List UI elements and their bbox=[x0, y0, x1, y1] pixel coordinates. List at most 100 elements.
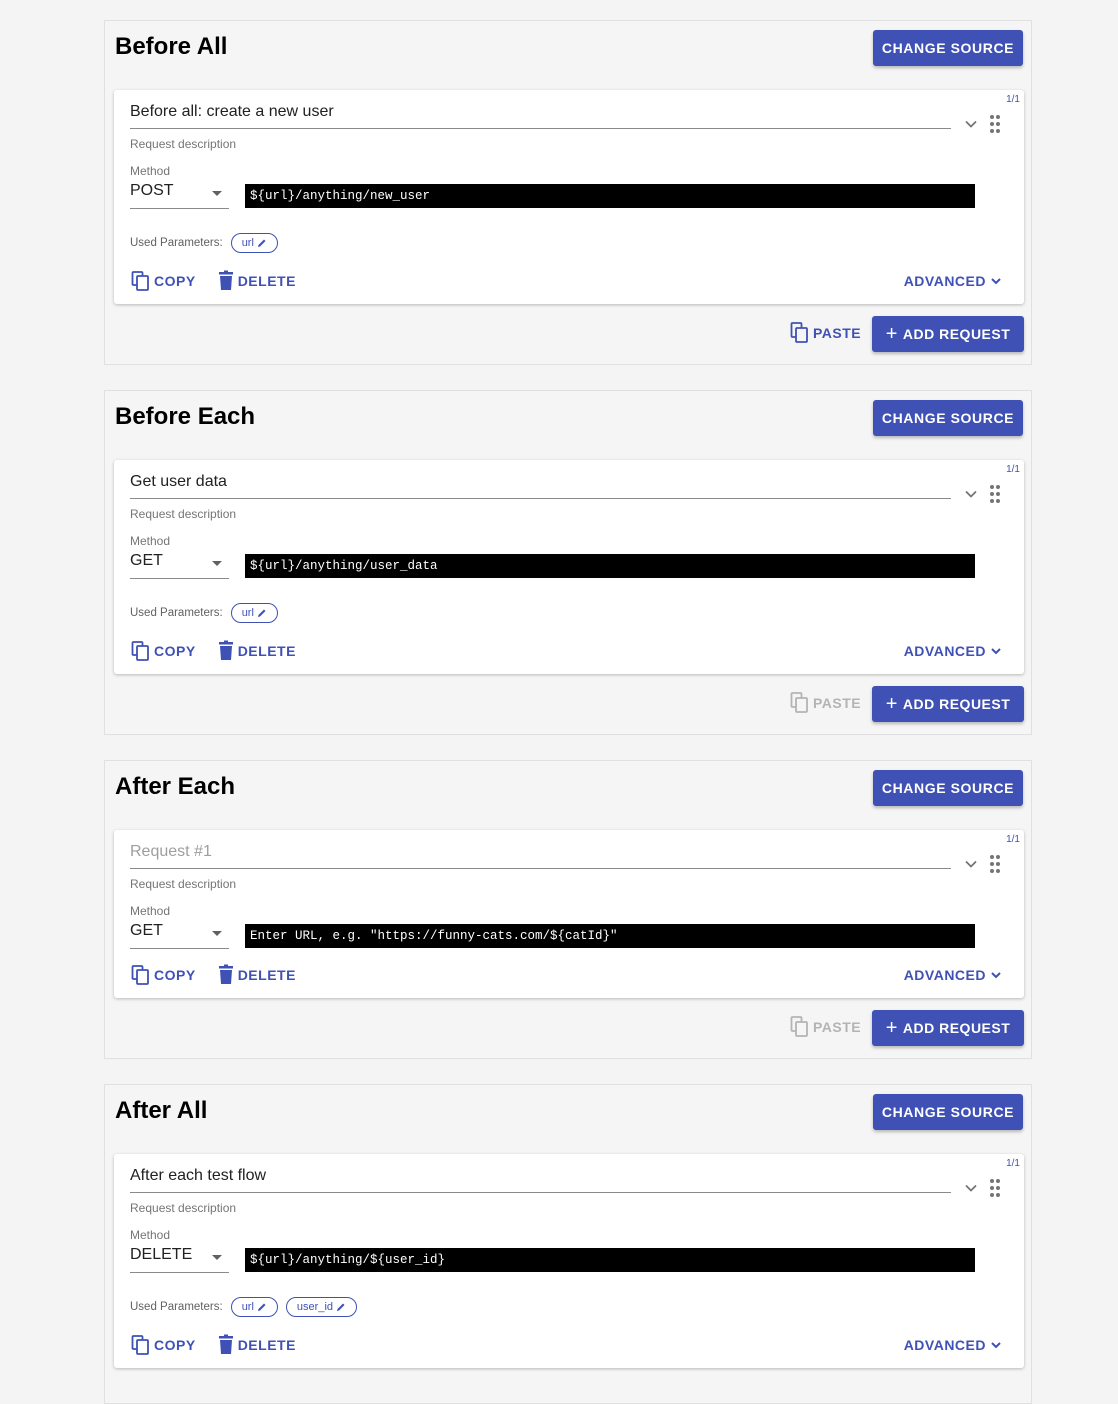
used-parameters-label: Used Parameters: bbox=[130, 237, 223, 249]
paste-button[interactable]: PASTE bbox=[789, 1015, 861, 1039]
advanced-button[interactable]: ADVANCED bbox=[904, 639, 1002, 663]
advanced-button[interactable]: ADVANCED bbox=[904, 269, 1002, 293]
request-description-label: Request description bbox=[130, 877, 237, 891]
request-title-input[interactable]: After each test flow bbox=[130, 1166, 951, 1193]
add-request-button[interactable]: + ADD REQUEST bbox=[872, 316, 1024, 352]
pencil-icon bbox=[257, 609, 266, 617]
delete-button[interactable]: DELETE bbox=[216, 1334, 296, 1356]
section-after-each: After Each CHANGE SOURCE 1/1 Request #1 … bbox=[104, 760, 1032, 1059]
url-input[interactable]: ${url}/anything/new_user bbox=[245, 184, 975, 208]
chip-label: user_id bbox=[296, 1301, 333, 1313]
drag-handle-icon[interactable] bbox=[988, 854, 1002, 874]
pencil-icon bbox=[337, 1303, 345, 1311]
chevron-down-icon bbox=[991, 1342, 1001, 1349]
add-request-label: ADD REQUEST bbox=[902, 326, 1011, 342]
used-parameters-label: Used Parameters: bbox=[130, 1301, 223, 1313]
paste-label: PASTE bbox=[813, 695, 862, 711]
chevron-down-icon bbox=[991, 278, 1001, 285]
plus-icon: + bbox=[885, 1017, 898, 1039]
method-select[interactable]: GET bbox=[130, 552, 229, 579]
chevron-down-icon[interactable] bbox=[964, 487, 978, 501]
copy-label: COPY bbox=[154, 967, 196, 983]
change-source-button[interactable]: CHANGE SOURCE bbox=[873, 1094, 1023, 1130]
used-parameters: Used Parameters: url bbox=[130, 602, 286, 624]
copy-label: COPY bbox=[154, 1337, 196, 1353]
copy-button[interactable]: COPY bbox=[130, 270, 196, 292]
advanced-button[interactable]: ADVANCED bbox=[904, 1333, 1002, 1357]
change-source-button[interactable]: CHANGE SOURCE bbox=[873, 400, 1023, 436]
method-label: Method bbox=[130, 164, 171, 178]
change-source-button[interactable]: CHANGE SOURCE bbox=[873, 770, 1023, 806]
drag-handle-icon[interactable] bbox=[988, 114, 1002, 134]
request-title-input[interactable]: Get user data bbox=[130, 472, 951, 499]
method-label: Method bbox=[130, 534, 171, 548]
section-title: After Each bbox=[115, 773, 236, 800]
parameter-chip-url[interactable]: url bbox=[230, 1297, 278, 1317]
request-counter: 1/1 bbox=[1006, 464, 1020, 475]
paste-button[interactable]: PASTE bbox=[789, 321, 861, 345]
chevron-down-icon[interactable] bbox=[964, 117, 978, 131]
section-title: Before All bbox=[115, 33, 228, 60]
method-value: POST bbox=[130, 182, 174, 199]
add-request-button[interactable]: + ADD REQUEST bbox=[872, 1010, 1024, 1046]
plus-icon: + bbox=[885, 323, 898, 345]
section-title: After All bbox=[115, 1097, 208, 1124]
pencil-icon bbox=[257, 1303, 266, 1311]
request-title-input[interactable]: Request #1 bbox=[130, 842, 951, 869]
trash-icon bbox=[218, 964, 233, 984]
drag-handle-icon[interactable] bbox=[988, 484, 1002, 504]
url-input[interactable]: ${url}/anything/${user_id} bbox=[245, 1248, 975, 1272]
copy-icon bbox=[131, 1335, 149, 1355]
paste-icon bbox=[790, 1016, 808, 1037]
request-card: 1/1 Before all: create a new user Reques… bbox=[114, 90, 1024, 304]
delete-label: DELETE bbox=[237, 967, 296, 983]
request-actions: COPY DELETE bbox=[130, 269, 316, 293]
caret-down-icon bbox=[212, 191, 222, 196]
caret-down-icon bbox=[212, 931, 222, 936]
pencil-icon bbox=[257, 239, 266, 247]
method-select[interactable]: POST bbox=[130, 182, 229, 209]
trash-icon bbox=[218, 1334, 233, 1354]
url-input[interactable]: Enter URL, e.g. "https://funny-cats.com/… bbox=[245, 924, 975, 948]
chevron-down-icon bbox=[991, 972, 1001, 979]
parameter-chip-url[interactable]: url bbox=[230, 233, 278, 253]
copy-button[interactable]: COPY bbox=[130, 964, 196, 986]
copy-button[interactable]: COPY bbox=[130, 640, 196, 662]
request-title-input[interactable]: Before all: create a new user bbox=[130, 102, 951, 129]
method-label: Method bbox=[130, 904, 171, 918]
copy-label: COPY bbox=[154, 643, 196, 659]
paste-icon bbox=[790, 322, 808, 343]
parameter-chip-user-id[interactable]: user_id bbox=[285, 1297, 357, 1317]
request-actions: COPY DELETE bbox=[130, 639, 316, 663]
request-counter: 1/1 bbox=[1006, 1158, 1020, 1169]
copy-button[interactable]: COPY bbox=[130, 1334, 196, 1356]
advanced-label: ADVANCED bbox=[903, 643, 986, 659]
drag-handle-icon[interactable] bbox=[988, 1178, 1002, 1198]
used-parameters-label: Used Parameters: bbox=[130, 607, 223, 619]
url-input[interactable]: ${url}/anything/user_data bbox=[245, 554, 975, 578]
used-parameters: Used Parameters: url user_id bbox=[130, 1296, 365, 1318]
add-request-button[interactable]: + ADD REQUEST bbox=[872, 686, 1024, 722]
copy-icon bbox=[131, 965, 149, 985]
change-source-button[interactable]: CHANGE SOURCE bbox=[873, 30, 1023, 66]
request-counter: 1/1 bbox=[1006, 94, 1020, 105]
chevron-down-icon[interactable] bbox=[964, 1181, 978, 1195]
trash-icon bbox=[218, 270, 233, 290]
parameter-chip-url[interactable]: url bbox=[230, 603, 278, 623]
advanced-label: ADVANCED bbox=[903, 273, 986, 289]
delete-button[interactable]: DELETE bbox=[216, 964, 296, 986]
delete-label: DELETE bbox=[237, 1337, 296, 1353]
delete-button[interactable]: DELETE bbox=[216, 270, 296, 292]
paste-button[interactable]: PASTE bbox=[789, 691, 861, 715]
method-select[interactable]: GET bbox=[130, 922, 229, 949]
add-request-label: ADD REQUEST bbox=[902, 696, 1011, 712]
chevron-down-icon[interactable] bbox=[964, 857, 978, 871]
method-select[interactable]: DELETE bbox=[130, 1246, 229, 1273]
copy-label: COPY bbox=[154, 273, 196, 289]
section-title: Before Each bbox=[115, 403, 256, 430]
chip-label: url bbox=[241, 607, 254, 619]
chevron-down-icon bbox=[991, 648, 1001, 655]
advanced-button[interactable]: ADVANCED bbox=[904, 963, 1002, 987]
delete-button[interactable]: DELETE bbox=[216, 640, 296, 662]
method-value: GET bbox=[130, 552, 163, 569]
